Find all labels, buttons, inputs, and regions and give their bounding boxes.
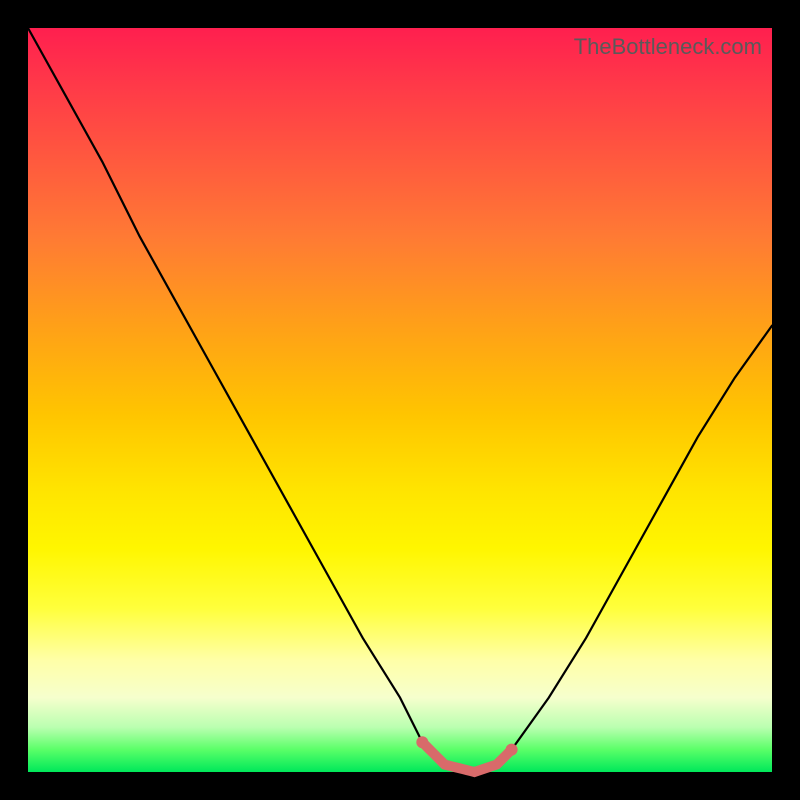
curve-layer xyxy=(28,28,772,772)
optimal-region-start-dot xyxy=(416,736,428,748)
optimal-region-end-dot xyxy=(506,744,518,756)
bottleneck-curve xyxy=(28,28,772,772)
optimal-region-marker xyxy=(422,742,511,772)
plot-area: TheBottleneck.com xyxy=(28,28,772,772)
chart-frame: TheBottleneck.com xyxy=(0,0,800,800)
